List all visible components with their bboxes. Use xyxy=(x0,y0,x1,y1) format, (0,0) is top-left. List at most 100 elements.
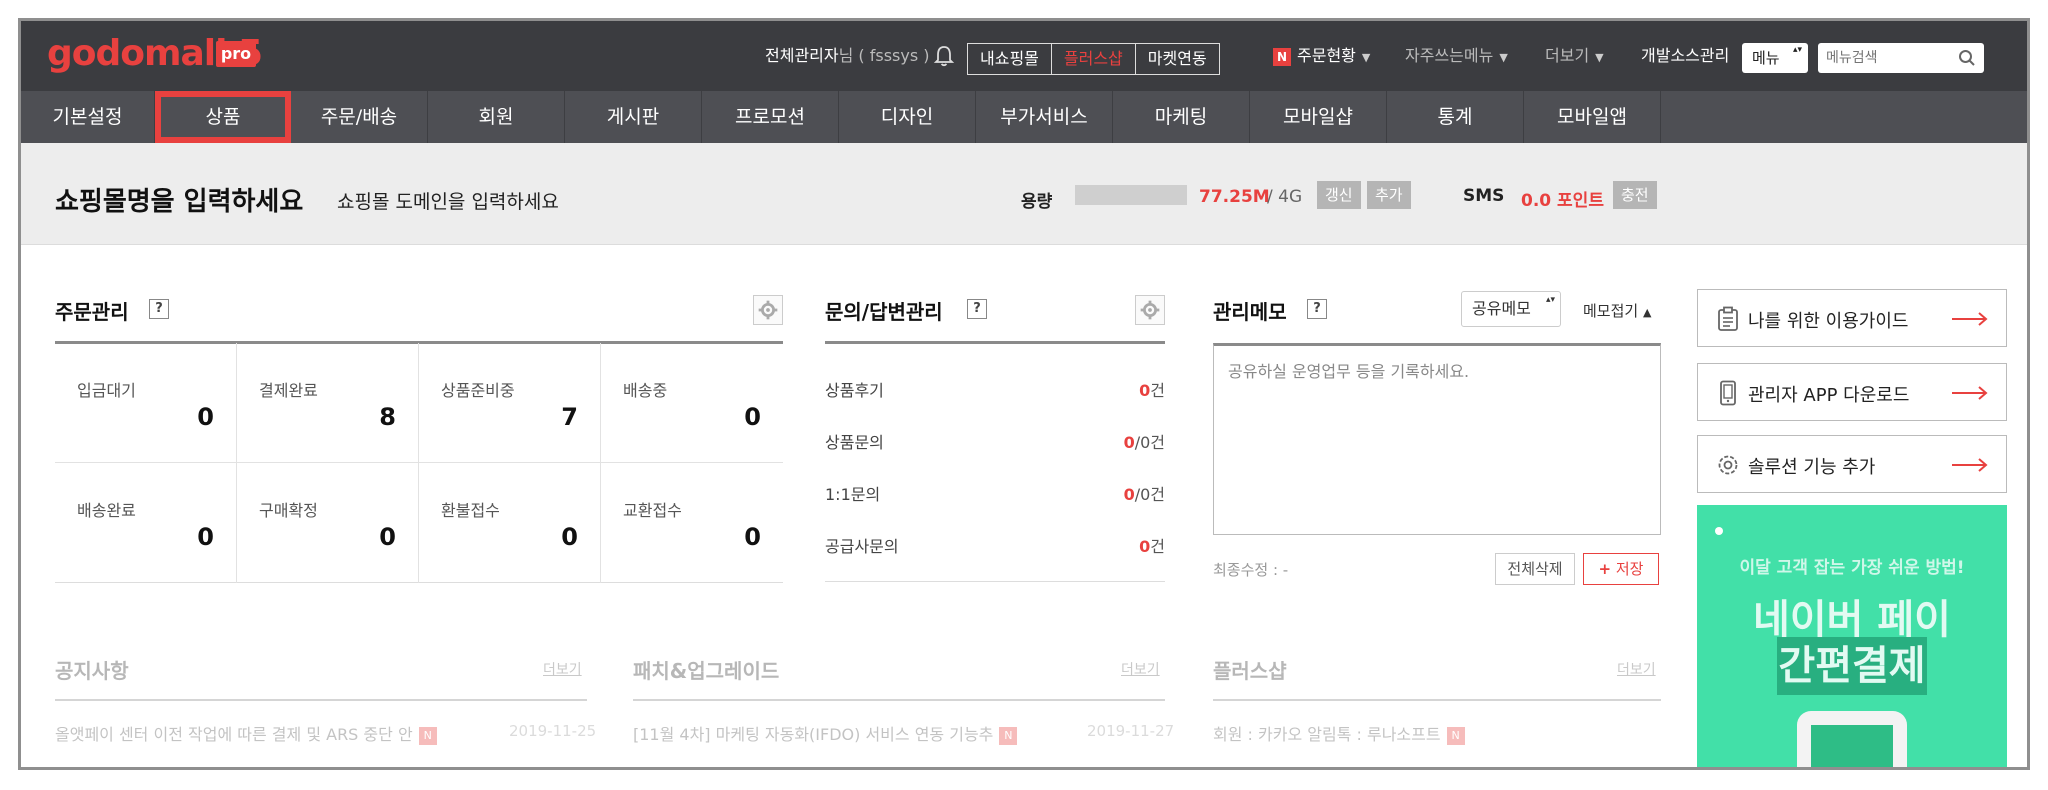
capacity-label: 용량 xyxy=(1021,192,1053,212)
order-status-menu[interactable]: N 주문현황 ▼ xyxy=(1273,21,1370,91)
admin-app-download-button[interactable]: 관리자 APP 다운로드 xyxy=(1697,363,2007,421)
carousel-dot[interactable] xyxy=(1715,527,1723,535)
phone-illustration xyxy=(1797,711,1907,767)
nav-addons[interactable]: 부가서비스 xyxy=(976,91,1113,143)
favorites-menu[interactable]: 자주쓰는메뉴 ▼ xyxy=(1405,21,1508,91)
nav-members[interactable]: 회원 xyxy=(428,91,565,143)
divider xyxy=(633,699,1165,701)
menu-select[interactable]: 메뉴 xyxy=(1742,43,1808,73)
admin-window: godomall 5 pro 전체관리자님 ( fsssys ) 내쇼핑몰 플러… xyxy=(18,18,2030,770)
arrow-right-icon xyxy=(1952,386,1988,400)
pro-badge: pro xyxy=(216,41,256,67)
patch-item-date: 2019-11-27 xyxy=(1087,722,1175,740)
cell-label: 배송완료 xyxy=(77,501,136,520)
order-cell-paid[interactable]: 결제완료 8 xyxy=(237,343,419,463)
nav-orders[interactable]: 주문/배송 xyxy=(291,91,428,143)
qa-label: 상품문의 xyxy=(825,433,884,452)
qa-row-one-to-one[interactable]: 1:1문의 0/0건 xyxy=(825,481,1165,504)
memo-textarea[interactable]: 공유하실 운영업무 등을 기록하세요. xyxy=(1213,343,1661,535)
new-badge: N xyxy=(418,726,437,745)
save-button[interactable]: + 저장 xyxy=(1583,553,1659,585)
cell-value: 0 xyxy=(744,403,761,431)
order-cell-exchange[interactable]: 교환접수 0 xyxy=(601,463,783,583)
qa-unit: 건 xyxy=(1150,381,1165,400)
plus-shop-title: 플러스샵 xyxy=(1213,659,1287,683)
refresh-button[interactable]: 갱신 xyxy=(1317,181,1361,209)
qa-row-review[interactable]: 상품후기 0건 xyxy=(825,377,1165,400)
naver-pay-banner[interactable]: 이달 고객 잡는 가장 쉬운 방법! 네이버 페이 간편결제 xyxy=(1697,505,2007,767)
sms-points: 0.0 포인트 xyxy=(1521,191,1604,211)
divider xyxy=(1213,699,1661,701)
nav-stats[interactable]: 통계 xyxy=(1387,91,1524,143)
notice-more-link[interactable]: 더보기 xyxy=(543,659,582,679)
seg-my-shop[interactable]: 내쇼핑몰 xyxy=(968,44,1052,74)
nav-products[interactable]: 상품 xyxy=(155,91,291,143)
cell-value: 0 xyxy=(561,523,578,551)
more-menu[interactable]: 더보기 ▼ xyxy=(1545,21,1604,91)
plus-icon: + xyxy=(1598,560,1612,578)
nav-mobile-app[interactable]: 모바일앱 xyxy=(1524,91,1661,143)
order-cell-refund[interactable]: 환불접수 0 xyxy=(419,463,601,583)
shop-domain: 쇼핑몰 도메인을 입력하세요 xyxy=(337,191,559,213)
cell-label: 환불접수 xyxy=(441,501,500,520)
notice-item[interactable]: 올앳페이 센터 이전 작업에 따른 결제 및 ARS 중단 안 N xyxy=(55,721,437,745)
qa-label: 1:1문의 xyxy=(825,485,881,504)
divider xyxy=(825,341,1165,344)
patch-item[interactable]: [11월 4차] 마케팅 자동화(IFDO) 서비스 연동 기능추 N xyxy=(633,721,1018,745)
charge-button[interactable]: 충전 xyxy=(1613,181,1657,209)
menu-search-input[interactable] xyxy=(1818,43,1948,73)
qa-unit: /0건 xyxy=(1134,433,1165,452)
qa-unit: /0건 xyxy=(1134,485,1165,504)
nav-promotion[interactable]: 프로모션 xyxy=(702,91,839,143)
gear-icon[interactable] xyxy=(1135,295,1165,325)
search-icon[interactable] xyxy=(1958,49,1976,67)
capacity-bar xyxy=(1075,185,1187,205)
memo-collapse-label: 메모접기 xyxy=(1583,302,1639,320)
seg-plus-shop[interactable]: 플러스샵 xyxy=(1052,44,1136,74)
nav-mobile-shop[interactable]: 모바일샵 xyxy=(1250,91,1387,143)
nav-marketing[interactable]: 마케팅 xyxy=(1113,91,1250,143)
help-icon[interactable]: ? xyxy=(967,299,987,319)
cell-value: 0 xyxy=(197,523,214,551)
add-solution-label: 솔루션 기능 추가 xyxy=(1748,457,1876,478)
qa-label: 공급사문의 xyxy=(825,537,899,556)
plus-shop-more-link[interactable]: 더보기 xyxy=(1617,659,1656,679)
capacity-total: / 4G xyxy=(1267,187,1303,207)
gear-icon[interactable] xyxy=(753,295,783,325)
order-cell-confirmed[interactable]: 구매확정 0 xyxy=(237,463,419,583)
nav-board[interactable]: 게시판 xyxy=(565,91,702,143)
shop-title: 쇼핑몰명을 입력하세요 xyxy=(55,187,304,217)
memo-share-value: 공유메모 xyxy=(1472,299,1531,318)
user-guide-label: 나를 위한 이용가이드 xyxy=(1748,311,1909,332)
patch-more-link[interactable]: 더보기 xyxy=(1121,659,1160,679)
cell-value: 0 xyxy=(379,523,396,551)
memo-collapse-toggle[interactable]: 메모접기 ▲ xyxy=(1583,300,1651,321)
notice-item-date: 2019-11-25 xyxy=(509,722,597,740)
help-icon[interactable]: ? xyxy=(149,299,169,319)
seg-market[interactable]: 마켓연동 xyxy=(1136,44,1219,74)
cell-value: 8 xyxy=(379,403,396,431)
bell-icon[interactable] xyxy=(933,45,955,67)
nav-design[interactable]: 디자인 xyxy=(839,91,976,143)
qa-count: 0 xyxy=(1139,537,1151,556)
order-grid: 입금대기 0 결제완료 8 상품준비중 7 배송중 0 배송완료 0 구매확정 0 환불접수… xyxy=(55,343,783,583)
admin-name: 전체관리자님 ( fsssys ) xyxy=(765,21,930,91)
delete-all-button[interactable]: 전체삭제 xyxy=(1495,553,1575,585)
help-icon[interactable]: ? xyxy=(1307,299,1327,319)
add-solution-button[interactable]: 솔루션 기능 추가 xyxy=(1697,435,2007,493)
plus-shop-item[interactable]: 회원 : 카카오 알림톡 : 루나소프트 N xyxy=(1213,721,1465,745)
order-cell-preparing[interactable]: 상품준비중 7 xyxy=(419,343,601,463)
qa-count: 0 xyxy=(1139,381,1151,400)
add-capacity-button[interactable]: 추가 xyxy=(1367,181,1411,209)
user-guide-button[interactable]: 나를 위한 이용가이드 xyxy=(1697,289,2007,347)
order-cell-delivered[interactable]: 배송완료 0 xyxy=(55,463,237,583)
more-label: 더보기 xyxy=(1545,46,1590,65)
order-cell-pending-deposit[interactable]: 입금대기 0 xyxy=(55,343,237,463)
order-cell-shipping[interactable]: 배송중 0 xyxy=(601,343,783,463)
nav-basic-settings[interactable]: 기본설정 xyxy=(21,91,155,143)
divider xyxy=(55,699,587,701)
qa-row-supplier[interactable]: 공급사문의 0건 xyxy=(825,533,1165,556)
memo-share-select[interactable]: 공유메모 ▴▾ xyxy=(1461,291,1561,327)
dev-source-link[interactable]: 개발소스관리 xyxy=(1641,21,1729,91)
qa-row-product-inquiry[interactable]: 상품문의 0/0건 xyxy=(825,429,1165,452)
